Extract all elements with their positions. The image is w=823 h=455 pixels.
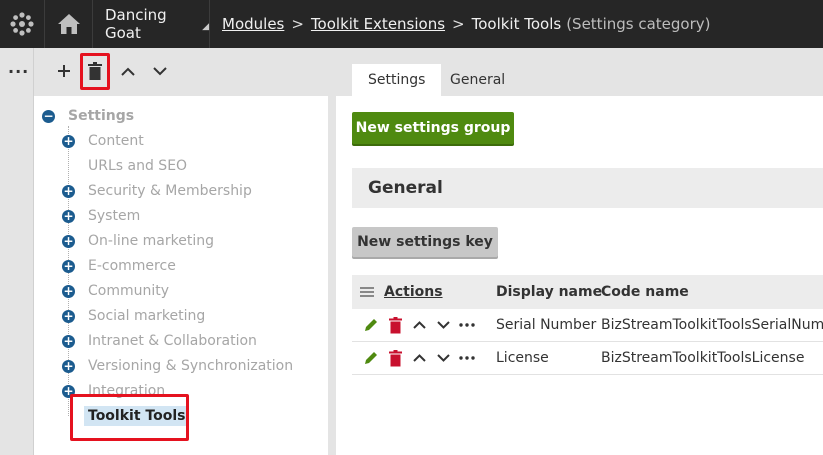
- tree-node[interactable]: + Community: [34, 280, 169, 302]
- tree-node-label: Social marketing: [88, 308, 206, 324]
- tree-node[interactable]: + Versioning & Synchronization: [34, 355, 293, 377]
- delete-icon[interactable]: [384, 348, 406, 368]
- tree-node-label: On-line marketing: [88, 233, 214, 249]
- actions-header-label[interactable]: Actions: [384, 284, 443, 300]
- highlight-box: [80, 53, 110, 90]
- collapse-icon[interactable]: −: [42, 109, 55, 123]
- tree-node[interactable]: + Content: [34, 130, 144, 152]
- expand-icon[interactable]: +: [62, 134, 75, 148]
- expand-icon[interactable]: +: [62, 309, 75, 323]
- expand-icon[interactable]: +: [62, 334, 75, 348]
- move-up-icon[interactable]: [115, 58, 141, 84]
- tree-toolbar: [34, 48, 336, 96]
- settings-tree: − Settings + Content URLs and SEO + Secu…: [34, 96, 328, 455]
- add-icon[interactable]: [51, 58, 77, 84]
- row-actions: [360, 348, 480, 368]
- code-name-cell: BizStreamToolkitToolsLicense: [601, 350, 805, 366]
- more-menu-icon[interactable]: ···: [8, 62, 29, 81]
- chevron-right-icon: >: [452, 15, 465, 33]
- tree-scrollbar[interactable]: [328, 96, 336, 455]
- tab-bar: Settings General: [336, 48, 823, 96]
- tree-node-label: URLs and SEO: [88, 158, 188, 174]
- more-options-icon[interactable]: [456, 315, 478, 335]
- more-options-icon[interactable]: [456, 348, 478, 368]
- expand-icon[interactable]: +: [62, 184, 75, 198]
- chevron-right-icon: >: [291, 15, 304, 33]
- tab-settings[interactable]: Settings: [352, 64, 442, 96]
- tree-node-label: E-commerce: [88, 258, 176, 274]
- breadcrumb-modules[interactable]: Modules: [222, 15, 284, 33]
- main-panel: Settings General New settings group Gene…: [336, 48, 823, 455]
- move-down-icon[interactable]: [432, 315, 454, 335]
- menu-icon[interactable]: [360, 285, 374, 299]
- tree-node[interactable]: + Intranet & Collaboration: [34, 330, 257, 352]
- tree-node-label: System: [88, 208, 141, 224]
- move-down-icon[interactable]: [432, 348, 454, 368]
- expand-icon[interactable]: +: [62, 284, 75, 298]
- settings-keys-table: Actions Display name Code name Serial Nu…: [352, 275, 823, 375]
- breadcrumb: Modules > Toolkit Extensions > Toolkit T…: [222, 0, 711, 48]
- move-down-icon[interactable]: [147, 58, 173, 84]
- new-settings-group-button[interactable]: New settings group: [352, 112, 514, 144]
- tree-node-label: Settings: [68, 108, 135, 124]
- move-up-icon[interactable]: [408, 315, 430, 335]
- home-icon[interactable]: [44, 0, 92, 48]
- table-row: License BizStreamToolkitToolsLicense: [352, 342, 823, 375]
- delete-icon[interactable]: [384, 315, 406, 335]
- tree-node[interactable]: + System: [34, 205, 140, 227]
- edit-icon[interactable]: [360, 348, 382, 368]
- tree-node[interactable]: URLs and SEO: [34, 155, 187, 177]
- tree-node[interactable]: + E-commerce: [34, 255, 176, 277]
- left-strip: ···: [0, 48, 34, 455]
- site-name: Dancing Goat: [105, 6, 167, 42]
- table-header: Actions Display name Code name: [352, 275, 823, 309]
- tree-node-label: Content: [88, 133, 144, 149]
- tree-node-label: Versioning & Synchronization: [88, 358, 294, 374]
- display-name-header[interactable]: Display name: [496, 284, 602, 300]
- table-row: Serial Number BizStreamToolkitToolsSeria…: [352, 309, 823, 342]
- app-logo-icon[interactable]: [0, 0, 44, 48]
- tree-node[interactable]: + On-line marketing: [34, 230, 214, 252]
- breadcrumb-suffix: (Settings category): [566, 15, 711, 33]
- site-selector[interactable]: Dancing Goat ◢: [92, 0, 210, 48]
- actions-header: Actions: [360, 284, 443, 300]
- edit-icon[interactable]: [360, 315, 382, 335]
- expand-icon[interactable]: +: [62, 259, 75, 273]
- code-name-cell: BizStreamToolkitToolsSerialNumber: [601, 317, 823, 333]
- display-name-cell: Serial Number: [496, 317, 597, 333]
- breadcrumb-toolkit-extensions[interactable]: Toolkit Extensions: [311, 15, 445, 33]
- tree-node-label: Community: [88, 283, 170, 299]
- tree-node[interactable]: + Social marketing: [34, 305, 205, 327]
- highlight-box: [70, 394, 189, 441]
- tree-node-label: Security & Membership: [88, 183, 252, 199]
- code-name-header[interactable]: Code name: [601, 284, 689, 300]
- move-up-icon[interactable]: [408, 348, 430, 368]
- caret-down-icon: ◢: [202, 22, 209, 32]
- expand-icon[interactable]: +: [62, 359, 75, 373]
- tab-general[interactable]: General: [434, 64, 521, 96]
- group-title: General: [352, 168, 823, 208]
- tree-node-root[interactable]: − Settings: [34, 105, 134, 127]
- expand-icon[interactable]: +: [62, 234, 75, 248]
- new-settings-key-button[interactable]: New settings key: [352, 227, 498, 257]
- expand-icon[interactable]: +: [62, 209, 75, 223]
- breadcrumb-current: Toolkit Tools: [471, 15, 562, 33]
- top-bar: Dancing Goat ◢ Modules > Toolkit Extensi…: [0, 0, 823, 48]
- display-name-cell: License: [496, 350, 549, 366]
- tree-node-label: Intranet & Collaboration: [88, 333, 257, 349]
- row-actions: [360, 315, 480, 335]
- tree-node[interactable]: + Security & Membership: [34, 180, 252, 202]
